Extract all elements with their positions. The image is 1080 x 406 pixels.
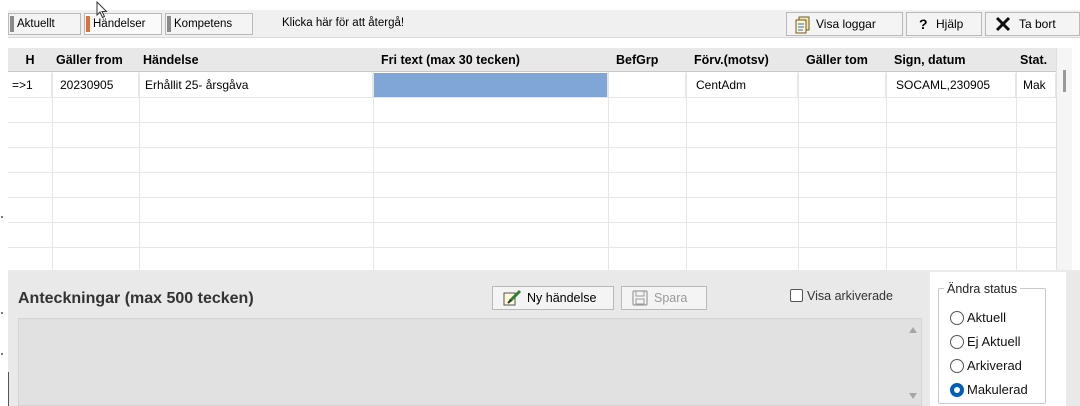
- radio-button[interactable]: [950, 335, 964, 349]
- notes-scrollbar[interactable]: [905, 319, 922, 405]
- back-link[interactable]: Klicka här för att återgå!: [282, 13, 404, 33]
- show-archived-label: Visa arkiverade: [807, 289, 893, 303]
- radio-aktuell[interactable]: Aktuell: [950, 310, 1006, 326]
- tab-marker-icon: [167, 16, 171, 32]
- visa-loggar-button[interactable]: Visa loggar: [786, 12, 903, 36]
- status-legend: Ändra status: [944, 282, 1021, 296]
- tab-label: Händelser: [93, 18, 146, 30]
- radio-arkiverad[interactable]: Arkiverad: [950, 358, 1022, 374]
- table-row[interactable]: [8, 148, 1056, 173]
- edge-line: [8, 372, 9, 406]
- cell-befgrp: [608, 73, 686, 97]
- column-header-galler-from[interactable]: Gäller from: [52, 48, 139, 72]
- events-grid: H Gäller from Händelse Fri text (max 30 …: [8, 48, 1056, 270]
- notes-panel: Anteckningar (max 500 tecken) Ny händels…: [8, 270, 1080, 406]
- table-row[interactable]: [8, 123, 1056, 148]
- radio-button[interactable]: [950, 311, 964, 325]
- column-divider: [686, 72, 687, 270]
- radio-button[interactable]: [950, 383, 964, 397]
- delete-button[interactable]: Ta bort: [985, 12, 1080, 36]
- radio-ej-aktuell[interactable]: Ej Aktuell: [950, 334, 1020, 350]
- column-header-forv[interactable]: Förv.(motsv): [686, 48, 798, 72]
- edge-mark: [1, 216, 3, 218]
- column-divider: [1016, 72, 1017, 270]
- toolbar: Aktuellt Händelser Kompetens Klicka här …: [8, 1, 1080, 38]
- table-row[interactable]: [8, 98, 1056, 123]
- radio-makulerad[interactable]: Makulerad: [950, 382, 1028, 398]
- status-panel: Ändra status Aktuell Ej Aktuell Arkivera…: [930, 272, 1066, 406]
- edge-mark: [1, 312, 3, 314]
- radio-label: Arkiverad: [967, 358, 1022, 373]
- table-row[interactable]: [8, 223, 1056, 248]
- column-divider: [52, 72, 53, 270]
- column-header-galler-tom[interactable]: Gäller tom: [798, 48, 886, 72]
- cell-h: =>1: [8, 73, 52, 97]
- grid-header: H Gäller from Händelse Fri text (max 30 …: [8, 48, 1056, 72]
- delete-x-icon: [995, 16, 1011, 32]
- column-header-handelse[interactable]: Händelse: [139, 48, 373, 72]
- column-header-stat[interactable]: Stat.: [1016, 48, 1056, 72]
- table-row[interactable]: [8, 248, 1056, 270]
- radio-label: Aktuell: [967, 310, 1007, 325]
- column-divider: [798, 72, 799, 270]
- radio-label: Ej Aktuell: [967, 334, 1021, 349]
- column-divider: [608, 72, 609, 270]
- column-divider: [886, 72, 887, 270]
- notes-textarea[interactable]: [18, 318, 922, 406]
- column-divider: [139, 72, 140, 270]
- cell-sign-datum: SOCAML,230905: [886, 73, 1016, 97]
- tab-kompetens[interactable]: Kompetens: [165, 13, 253, 35]
- save-label: Spara: [654, 291, 688, 305]
- notes-title: Anteckningar (max 500 tecken): [18, 290, 254, 307]
- column-header-sign-datum[interactable]: Sign, datum: [886, 48, 1016, 72]
- cell-handelse: Erhållit 25- årsgåva: [139, 73, 373, 97]
- log-icon: [795, 16, 810, 34]
- tab-aktuellt[interactable]: Aktuellt: [8, 13, 81, 35]
- scroll-up-icon[interactable]: [909, 327, 917, 333]
- edge-mark: [1, 353, 3, 355]
- tab-marker-icon: [86, 16, 90, 32]
- delete-label: Ta bort: [1019, 17, 1056, 31]
- grid-scrollbar-thumb[interactable]: [1063, 70, 1066, 92]
- cell-forv: CentAdm: [686, 73, 798, 97]
- cell-stat: Mak: [1016, 73, 1056, 97]
- radio-label: Makulerad: [967, 382, 1028, 397]
- column-header-befgrp[interactable]: BefGrp: [608, 48, 686, 72]
- help-icon: ?: [919, 16, 928, 32]
- table-row[interactable]: =>1 20230905 Erhållit 25- årsgåva CentAd…: [8, 73, 1056, 98]
- cell-galler-from: 20230905: [52, 73, 139, 97]
- new-event-button[interactable]: Ny händelse: [492, 286, 614, 310]
- cell-galler-tom: [798, 73, 886, 97]
- grid-scrollbar[interactable]: [1056, 48, 1072, 270]
- table-row[interactable]: [8, 173, 1056, 198]
- tab-marker-icon: [10, 16, 14, 32]
- scroll-down-icon[interactable]: [909, 393, 917, 399]
- save-button[interactable]: Spara: [621, 286, 707, 310]
- checkbox-box[interactable]: [790, 289, 803, 302]
- new-event-label: Ny händelse: [527, 291, 597, 305]
- save-disk-icon: [632, 290, 648, 306]
- help-button[interactable]: ? Hjälp: [906, 12, 982, 36]
- column-divider: [373, 72, 374, 270]
- tab-label: Kompetens: [174, 18, 233, 30]
- new-event-icon: [503, 289, 522, 306]
- visa-loggar-label: Visa loggar: [816, 17, 876, 31]
- column-header-h[interactable]: H: [8, 48, 52, 72]
- radio-button[interactable]: [950, 359, 964, 373]
- cell-fri-text[interactable]: [373, 73, 608, 97]
- help-label: Hjälp: [936, 17, 964, 31]
- show-archived-checkbox[interactable]: Visa arkiverade: [790, 289, 893, 303]
- cursor-icon: [96, 1, 108, 19]
- column-header-fri-text[interactable]: Fri text (max 30 tecken): [373, 48, 608, 72]
- table-row[interactable]: [8, 198, 1056, 223]
- tab-label: Aktuellt: [17, 18, 55, 30]
